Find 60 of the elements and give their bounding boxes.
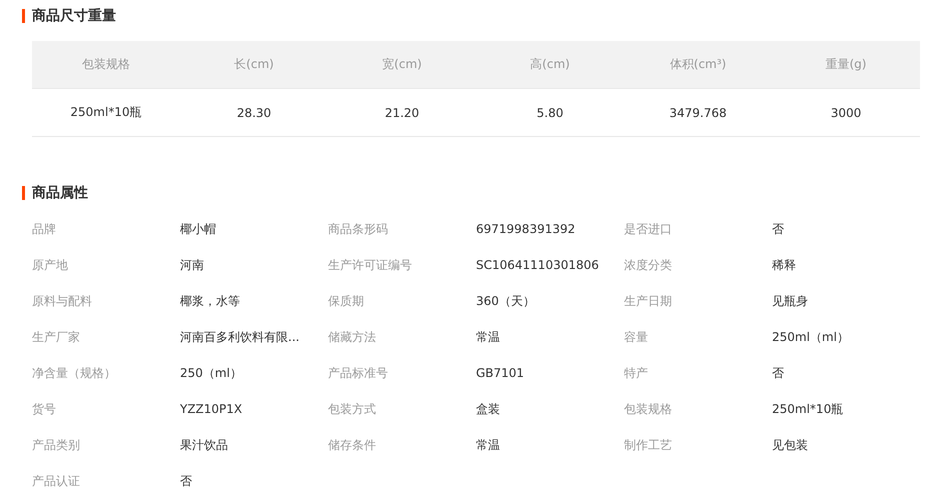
table-cell-text: 3000 bbox=[830, 106, 862, 120]
attribute-value: SC10641110301806 bbox=[476, 258, 600, 272]
table-cell-text: 250ml*10瓶 bbox=[69, 104, 143, 121]
attribute-value: 见包装 bbox=[772, 436, 809, 454]
attribute-label: 容量 bbox=[624, 328, 649, 346]
table-cell-text: 3479.768 bbox=[668, 106, 728, 120]
attribute-value: 椰小帽 bbox=[180, 220, 217, 238]
attribute-label: 包装方式 bbox=[328, 400, 377, 418]
table-cell-text: 21.20 bbox=[384, 106, 420, 120]
attribute-label: 是否进口 bbox=[624, 220, 673, 238]
attribute-value: 否 bbox=[772, 364, 785, 382]
attribute-value: 见瓶身 bbox=[772, 292, 809, 310]
attribute-value: 250（ml） bbox=[180, 364, 243, 382]
attribute-label: 储藏方法 bbox=[328, 328, 377, 346]
column-header: 重量(g) bbox=[824, 56, 868, 73]
section-title: 商品属性 bbox=[32, 184, 88, 202]
attribute-value: 常温 bbox=[476, 436, 501, 454]
attribute-label: 特产 bbox=[624, 364, 649, 382]
attribute-value: 6971998391392 bbox=[476, 222, 576, 236]
table-cell-text: 5.80 bbox=[536, 106, 564, 120]
attribute-label: 生产许可证编号 bbox=[328, 256, 413, 274]
attribute-value: 果汁饮品 bbox=[180, 436, 229, 454]
attribute-label: 品牌 bbox=[32, 220, 57, 238]
attribute-value: 河南 bbox=[180, 256, 205, 274]
title-accent-bar bbox=[22, 186, 25, 200]
attribute-value: 360（天） bbox=[476, 292, 536, 310]
column-header: 宽(cm) bbox=[381, 56, 423, 73]
attribute-label: 生产厂家 bbox=[32, 328, 81, 346]
attribute-value: 盒装 bbox=[476, 400, 501, 418]
attribute-value: 250ml（ml） bbox=[772, 328, 850, 346]
attribute-value: 河南百多利饮料有限... bbox=[180, 328, 300, 346]
attribute-value: 稀释 bbox=[772, 256, 797, 274]
attribute-label: 保质期 bbox=[328, 292, 365, 310]
attribute-value: YZZ10P1X bbox=[180, 402, 244, 416]
attribute-label: 原产地 bbox=[32, 256, 69, 274]
attribute-label: 储存条件 bbox=[328, 436, 377, 454]
attribute-label: 浓度分类 bbox=[624, 256, 673, 274]
attribute-label: 商品条形码 bbox=[328, 220, 389, 238]
column-header: 长(cm) bbox=[233, 56, 275, 73]
attribute-label: 生产日期 bbox=[624, 292, 673, 310]
title-accent-bar bbox=[22, 9, 25, 23]
attribute-label: 包装规格 bbox=[624, 400, 673, 418]
table-cell-text: 28.30 bbox=[236, 106, 272, 120]
attribute-value: 椰浆，水等 bbox=[180, 292, 241, 310]
attribute-value: 否 bbox=[180, 472, 193, 490]
section-title: 商品尺寸重量 bbox=[32, 7, 116, 25]
column-header: 包装规格 bbox=[81, 56, 131, 73]
attribute-label: 原料与配料 bbox=[32, 292, 93, 310]
attribute-label: 净含量（规格） bbox=[32, 364, 117, 382]
attribute-label: 产品类别 bbox=[32, 436, 81, 454]
column-header: 高(cm) bbox=[529, 56, 571, 73]
attribute-label: 产品认证 bbox=[32, 472, 81, 490]
attribute-value: 常温 bbox=[476, 328, 501, 346]
attribute-label: 产品标准号 bbox=[328, 364, 389, 382]
attribute-label: 制作工艺 bbox=[624, 436, 673, 454]
attribute-value: GB7101 bbox=[476, 366, 526, 380]
attribute-value: 否 bbox=[772, 220, 785, 238]
attribute-value: 250ml*10瓶 bbox=[772, 400, 844, 418]
column-header: 体积(cm³) bbox=[668, 56, 728, 73]
attribute-label: 货号 bbox=[32, 400, 57, 418]
